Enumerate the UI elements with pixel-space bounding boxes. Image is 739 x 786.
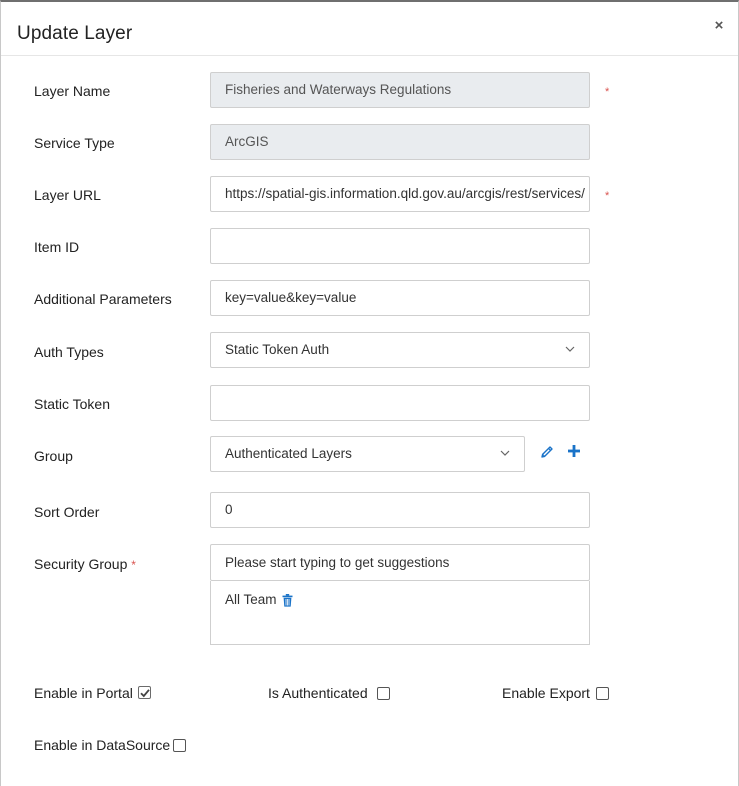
security-group-label-text: Security Group [34,556,128,572]
sort-order-field[interactable]: 0 [210,492,590,528]
layer-name-field[interactable]: Fisheries and Waterways Regulations [210,72,590,108]
additional-parameters-label: Additional Parameters [34,291,172,307]
item-id-label: Item ID [34,239,80,255]
enable-in-datasource-checkbox[interactable] [173,739,186,752]
layer-name-label: Layer Name [34,83,111,99]
auth-types-label: Auth Types [34,344,104,360]
auth-types-selected: Static Token Auth [225,342,330,357]
trash-icon[interactable] [282,594,293,607]
layer-url-field[interactable]: https://spatial-gis.information.qld.gov.… [210,176,590,212]
group-select[interactable]: Authenticated Layers [210,436,525,472]
service-type-label: Service Type [34,135,115,151]
additional-parameters-field[interactable]: key=value&key=value [210,280,590,316]
enable-export-label: Enable Export [502,685,590,701]
security-group-tag: All Team [225,592,277,607]
security-group-tags: All Team [210,581,590,645]
checkmark-icon [140,689,150,698]
enable-in-portal-label: Enable in Portal [34,685,133,701]
static-token-field[interactable] [210,385,590,421]
security-group-required-mark: * [131,558,136,572]
layer-url-label: Layer URL [34,187,101,203]
is-authenticated-label: Is Authenticated [268,685,368,701]
enable-in-portal-checkbox[interactable] [138,686,151,699]
is-authenticated-checkbox[interactable] [377,687,390,700]
service-type-field[interactable]: ArcGIS [210,124,590,160]
layer-url-required-mark: * [605,190,610,202]
update-layer-dialog: Update Layer × Layer Name Fisheries and … [0,0,739,786]
close-icon[interactable]: × [712,17,726,35]
sort-order-label: Sort Order [34,504,100,520]
security-group-input[interactable]: Please start typing to get suggestions [210,544,590,581]
group-label: Group [34,448,73,464]
layer-name-required-mark: * [605,86,610,98]
auth-types-select[interactable]: Static Token Auth [210,332,590,368]
dialog-header: Update Layer × [1,2,738,56]
pencil-icon[interactable] [539,444,555,460]
group-selected: Authenticated Layers [225,446,352,461]
chevron-down-icon [500,450,510,456]
enable-in-datasource-label: Enable in DataSource [34,737,171,753]
enable-export-checkbox[interactable] [596,687,609,700]
item-id-field[interactable] [210,228,590,264]
dialog-title: Update Layer [17,23,133,44]
security-group-label: Security Group * [34,556,136,572]
plus-icon[interactable] [567,443,581,459]
chevron-down-icon [565,346,575,352]
static-token-label: Static Token [34,396,111,412]
